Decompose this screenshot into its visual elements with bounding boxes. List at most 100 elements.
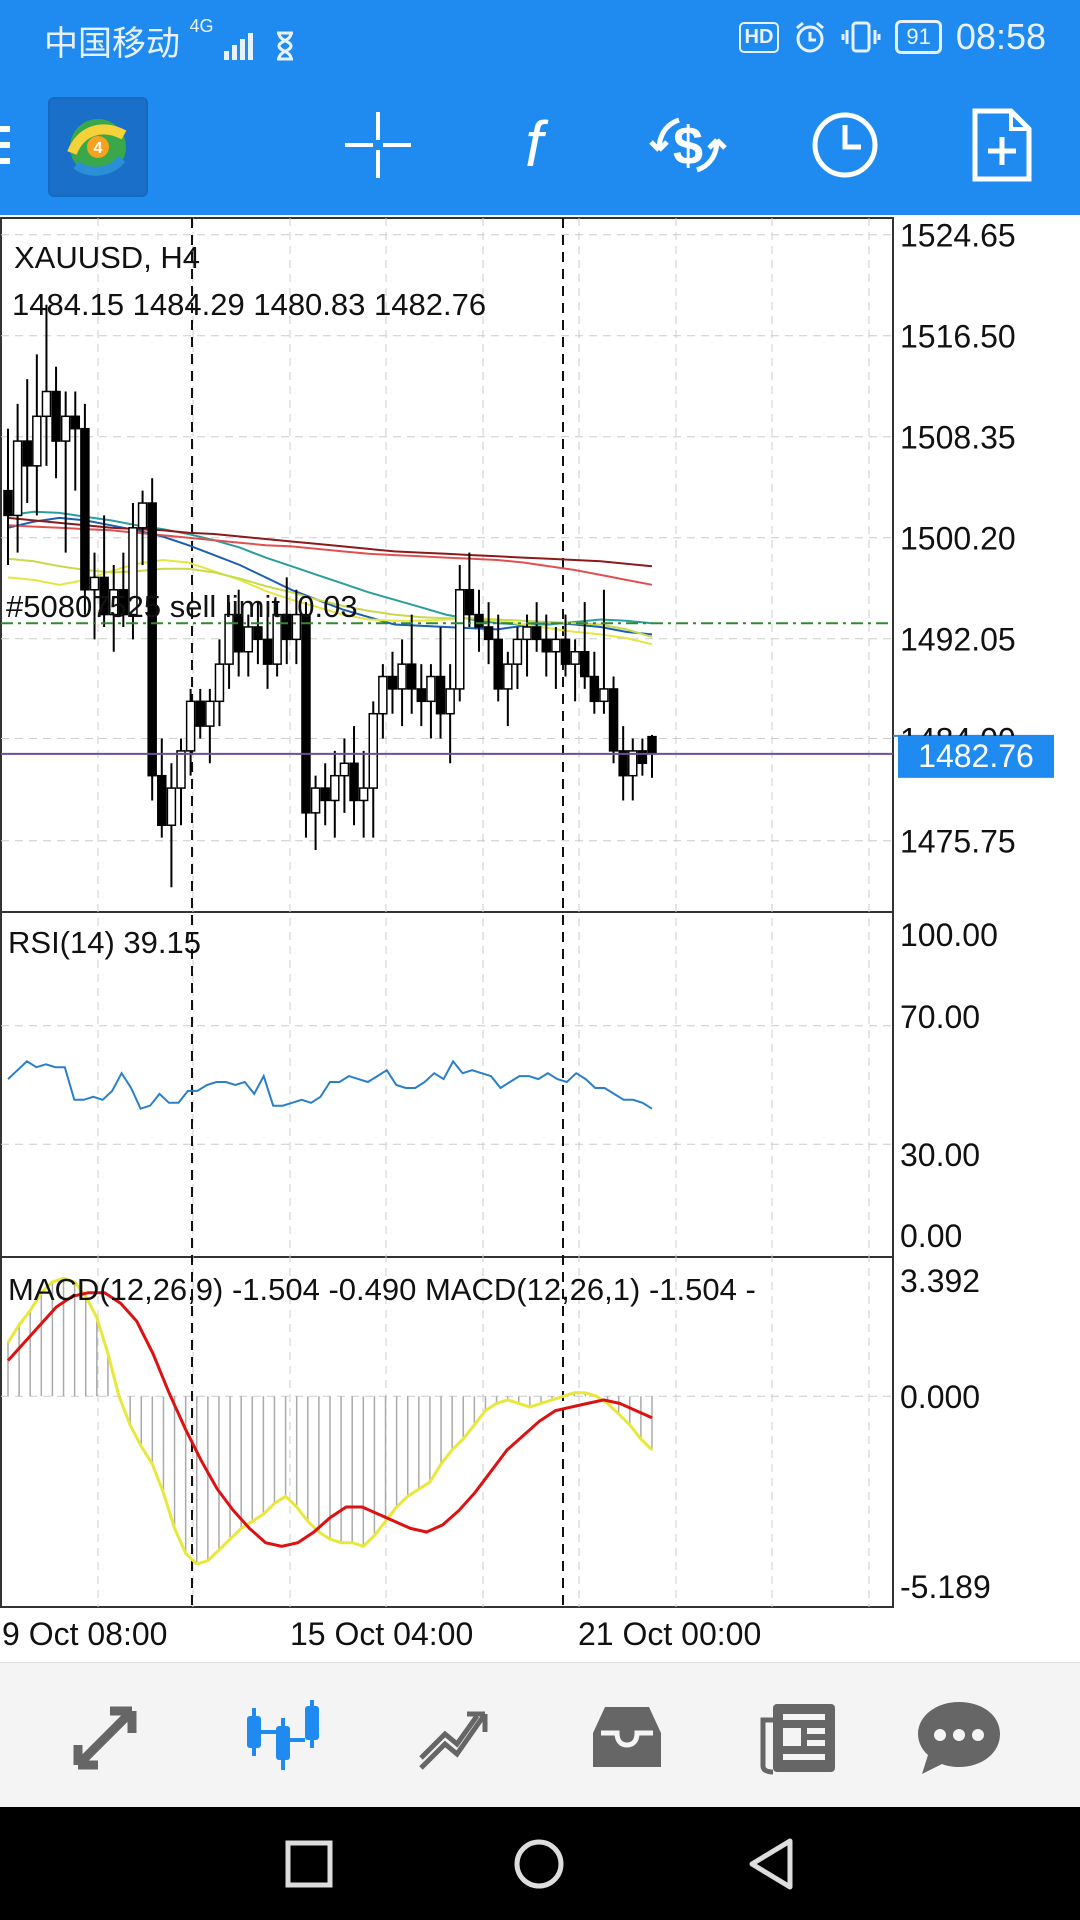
candle-body xyxy=(464,589,475,616)
order-label[interactable]: #50807525 sell limit, 0.03 xyxy=(6,589,358,624)
ohlc-label: 1484.15 1484.29 1480.83 1482.76 xyxy=(12,287,486,322)
candle-body xyxy=(551,638,561,653)
indicators-button[interactable]: f xyxy=(484,95,584,195)
rsi-level-70: 70.00 xyxy=(900,999,980,1035)
candle-body xyxy=(214,663,225,703)
rsi-level-30: 30.00 xyxy=(900,1137,980,1173)
candle-body xyxy=(32,415,42,467)
nav-news[interactable] xyxy=(744,1683,854,1793)
candle-body xyxy=(474,613,484,628)
alarm-icon xyxy=(796,21,825,53)
candle-body xyxy=(41,390,52,418)
history-icon xyxy=(593,1707,661,1767)
candle-body xyxy=(70,415,81,430)
home-button[interactable] xyxy=(504,1829,574,1899)
candle-body xyxy=(80,427,90,591)
candle-body xyxy=(253,626,263,641)
rsi-panel[interactable] xyxy=(0,911,894,1258)
chart-area[interactable]: XAUUSD, H4 1484.15 1484.29 1480.83 1482.… xyxy=(0,215,1080,1660)
system-navigation xyxy=(0,1807,1080,1920)
candle-body xyxy=(483,626,494,641)
nav-chat[interactable] xyxy=(904,1683,1014,1793)
clock: 08:58 xyxy=(955,16,1046,57)
candle-body xyxy=(12,440,23,517)
back-button[interactable] xyxy=(736,1829,806,1899)
price-level: 1492.05 xyxy=(900,622,1016,658)
trade-button[interactable]: $ xyxy=(638,95,738,195)
candle-body xyxy=(301,613,311,814)
back-icon xyxy=(749,1838,793,1890)
time-label: 15 Oct 04:00 xyxy=(290,1616,473,1652)
candle-body xyxy=(157,774,167,827)
price-level: 1508.35 xyxy=(900,420,1016,456)
app-logo[interactable]: 4 xyxy=(48,97,148,197)
price-level: 1475.75 xyxy=(900,824,1016,860)
current-price-value: 1482.76 xyxy=(918,738,1034,774)
new-order-icon xyxy=(972,108,1032,182)
candle-body xyxy=(570,651,580,665)
rsi-level-100: 100.00 xyxy=(900,917,998,953)
candle-body xyxy=(368,712,379,789)
candle-body xyxy=(137,502,148,529)
candle-body xyxy=(426,675,436,703)
timeframe-button[interactable] xyxy=(795,95,895,195)
rsi-label: RSI(14) 39.15 xyxy=(8,925,201,960)
candle-body xyxy=(541,638,552,653)
candle-body xyxy=(320,787,330,802)
candle-body xyxy=(166,787,177,826)
candle-body xyxy=(3,489,13,517)
candle-body xyxy=(512,638,523,665)
svg-text:f: f xyxy=(525,110,549,180)
network-type: 4G xyxy=(189,16,214,36)
candle-body xyxy=(262,638,273,665)
candle-body xyxy=(147,502,157,777)
candle-body xyxy=(455,589,465,690)
price-level: 1524.65 xyxy=(900,218,1016,254)
nav-history[interactable] xyxy=(572,1683,682,1793)
candle-body xyxy=(503,663,513,690)
candle-body xyxy=(579,651,590,678)
new-order-button[interactable] xyxy=(952,95,1052,195)
candle-body xyxy=(89,576,100,591)
price-level: 1516.50 xyxy=(900,319,1016,355)
chat-icon xyxy=(918,1702,1000,1774)
chart-icon xyxy=(247,1700,319,1770)
candle-body xyxy=(522,626,532,641)
bottom-navigation xyxy=(0,1662,1080,1808)
battery-indicator: 91 xyxy=(895,20,942,54)
candle-body xyxy=(397,663,407,690)
candle-body xyxy=(637,750,648,765)
signal-icon xyxy=(223,33,253,61)
chart-svg[interactable]: XAUUSD, H4 1484.15 1484.29 1480.83 1482.… xyxy=(0,215,1080,1660)
macd-label: MACD(12,26,9) -1.504 -0.490 MACD(12,26,1… xyxy=(8,1272,756,1307)
candle-body xyxy=(406,663,417,690)
timeframe-clock-icon xyxy=(812,112,878,178)
menu-button[interactable] xyxy=(0,95,30,195)
rsi-level-0: 0.00 xyxy=(900,1218,962,1254)
candle-body xyxy=(22,440,32,467)
time-label: 21 Oct 00:00 xyxy=(578,1616,761,1652)
recents-button[interactable] xyxy=(274,1829,344,1899)
candle-body xyxy=(599,688,609,703)
price-level: 1500.20 xyxy=(900,521,1016,557)
candle-body xyxy=(330,774,340,802)
candle-body xyxy=(435,675,446,715)
candle-body xyxy=(445,688,455,715)
carrier-label: 中国移动 4G xyxy=(44,16,296,65)
nav-quotes[interactable] xyxy=(55,1683,165,1793)
candle-body xyxy=(416,688,427,703)
candle-body xyxy=(493,638,503,690)
candle-body xyxy=(608,688,619,752)
nav-trade[interactable] xyxy=(400,1683,510,1793)
svg-text:4: 4 xyxy=(94,140,103,157)
candle-body xyxy=(358,787,369,802)
nav-chart[interactable] xyxy=(228,1683,338,1793)
macd-level-top: 3.392 xyxy=(900,1263,980,1299)
crosshair-button[interactable] xyxy=(328,95,428,195)
candle-body xyxy=(176,750,186,789)
macd-level-zero: 0.000 xyxy=(900,1379,980,1415)
quotes-icon xyxy=(73,1706,137,1770)
indicators-icon: f xyxy=(525,110,549,180)
macd-level-bottom: -5.189 xyxy=(900,1569,991,1605)
candle-body xyxy=(560,638,571,665)
